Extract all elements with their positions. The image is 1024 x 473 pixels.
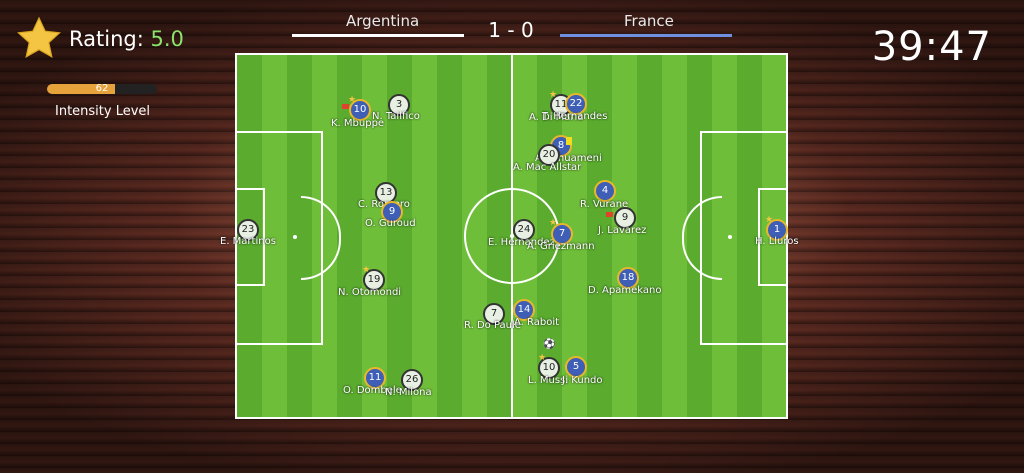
star-icon <box>17 16 61 58</box>
player-name: J. Lavarez <box>598 225 647 236</box>
player-name: E. Martinos <box>220 236 276 247</box>
player-name: O. Guroud <box>365 218 416 229</box>
right-penalty-spot <box>728 235 732 239</box>
player-name: A. Raboit <box>514 317 560 328</box>
star-icon: ★ <box>549 90 558 100</box>
player-name: N. Otomondi <box>338 287 402 298</box>
flag-icon <box>342 104 349 109</box>
player-name: D. Apamekano <box>588 285 662 296</box>
flag-icon <box>606 212 613 217</box>
away-team-name: France <box>624 12 674 30</box>
player-name: N. Tailfico <box>372 111 420 122</box>
match-score: 1 - 0 <box>488 18 534 42</box>
star-icon: ★ <box>538 353 547 363</box>
player-name: A. Mac Allstar <box>513 162 582 173</box>
away-team-underline <box>560 34 732 37</box>
star-icon: ★ <box>765 215 774 225</box>
intensity-label: Intensity Level <box>55 104 151 119</box>
intensity-bar: 62 <box>47 84 157 94</box>
player-name: R. Do Paule <box>464 320 521 331</box>
star-icon: ★ <box>348 95 357 105</box>
rating-value: 5.0 <box>150 27 184 51</box>
ball-icon: ⚽ <box>543 339 556 350</box>
player-name: N. Milona <box>385 387 432 398</box>
home-team-name: Argentina <box>346 12 420 30</box>
player-name: J. Kundo <box>562 375 603 386</box>
left-penalty-spot <box>293 235 297 239</box>
rating-label: Rating: <box>69 27 144 51</box>
match-clock: 39:47 <box>871 24 992 70</box>
yellow-card-icon <box>566 137 572 145</box>
rating-display: Rating: 5.0 <box>15 14 184 64</box>
star-icon: ★ <box>362 265 371 275</box>
player-name: H. Lluros <box>755 236 799 247</box>
intensity-value: 62 <box>95 84 109 94</box>
home-team-underline <box>292 34 464 37</box>
player-name: A. Griezmann <box>527 241 595 252</box>
player-name: T. Hernandes <box>542 111 608 122</box>
star-icon: ★ <box>549 218 558 228</box>
football-pitch <box>235 53 788 419</box>
